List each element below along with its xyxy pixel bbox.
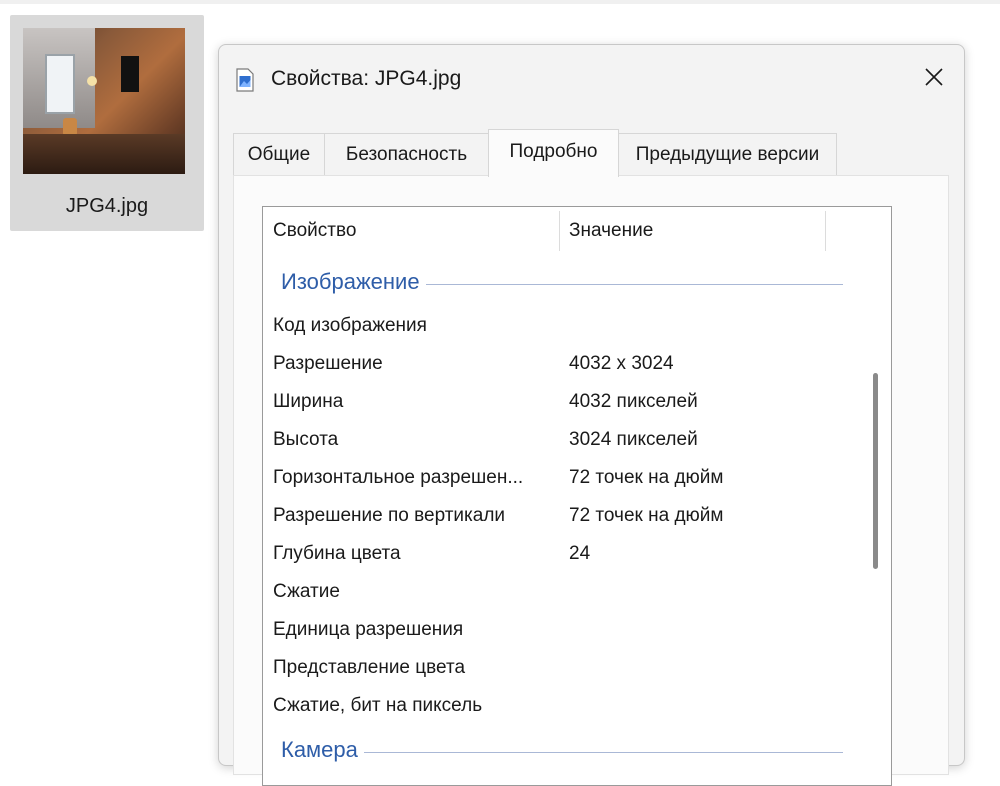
- tab-security[interactable]: Безопасность: [324, 133, 489, 175]
- column-header-property[interactable]: Свойство: [263, 207, 559, 253]
- property-row[interactable]: Единица разрешения: [263, 611, 863, 649]
- property-value: 4032 пикселей: [569, 391, 698, 412]
- close-button[interactable]: [914, 59, 954, 99]
- file-thumbnail: [23, 28, 185, 174]
- scrollbar-thumb[interactable]: [873, 373, 878, 569]
- tab-previous-versions[interactable]: Предыдущие версии: [618, 133, 837, 175]
- property-name: Разрешение по вертикали: [273, 505, 506, 526]
- property-name: Сжатие: [273, 581, 340, 602]
- details-panel: Свойство Значение Изображение Код изобра…: [233, 175, 949, 786]
- property-name: Код изображения: [273, 315, 427, 336]
- property-row[interactable]: Горизонтальное разрешен... 72 точек на д…: [263, 459, 863, 497]
- tab-general[interactable]: Общие: [233, 133, 325, 175]
- property-row[interactable]: Глубина цвета 24: [263, 535, 863, 573]
- property-name: Представление цвета: [273, 657, 466, 678]
- property-value: 24: [569, 543, 591, 564]
- file-name-label: JPG4.jpg: [65, 195, 149, 217]
- window-top-strip: [0, 0, 1000, 4]
- property-row[interactable]: Код изображения: [263, 307, 863, 345]
- property-row[interactable]: Высота 3024 пикселей: [263, 421, 863, 459]
- properties-dialog: Свойства: JPG4.jpg Общие Безопасность По…: [218, 44, 965, 786]
- property-name: Ширина: [273, 391, 344, 412]
- property-name: Разрешение: [273, 353, 383, 374]
- file-tile-selected[interactable]: JPG4.jpg: [10, 15, 204, 231]
- properties-list[interactable]: Свойство Значение Изображение Код изобра…: [262, 206, 892, 786]
- group-label-image: Изображение: [281, 269, 426, 295]
- column-header-value[interactable]: Значение: [559, 207, 825, 253]
- dialog-title: Свойства: JPG4.jpg: [271, 67, 462, 90]
- column-divider[interactable]: [825, 211, 826, 251]
- property-row[interactable]: Разрешение 4032 x 3024: [263, 345, 863, 383]
- property-name: Сжатие, бит на пиксель: [273, 695, 483, 716]
- group-label-camera: Камера: [281, 737, 364, 763]
- property-row[interactable]: Сжатие, бит на пиксель: [263, 687, 863, 725]
- property-row[interactable]: Сжатие: [263, 573, 863, 611]
- close-icon: [924, 67, 944, 92]
- group-header-camera: Камера: [281, 737, 843, 767]
- property-value: 4032 x 3024: [569, 353, 674, 374]
- tab-strip: Общие Безопасность Подробно Предыдущие в…: [233, 129, 948, 177]
- image-file-icon: [236, 68, 254, 92]
- property-row[interactable]: Разрешение по вертикали 72 точек на дюйм: [263, 497, 863, 535]
- property-name: Единица разрешения: [273, 619, 464, 640]
- group-divider-line: [281, 752, 843, 753]
- property-value: 72 точек на дюйм: [569, 505, 724, 526]
- dialog-title-bar[interactable]: Свойства: JPG4.jpg: [219, 45, 964, 115]
- property-name: Глубина цвета: [273, 543, 401, 564]
- property-row[interactable]: Ширина 4032 пикселей: [263, 383, 863, 421]
- property-value: 3024 пикселей: [569, 429, 698, 450]
- property-value: 72 точек на дюйм: [569, 467, 724, 488]
- property-name: Горизонтальное разрешен...: [273, 467, 524, 488]
- property-name: Высота: [273, 429, 339, 450]
- group-header-image: Изображение: [281, 269, 843, 299]
- vertical-scrollbar[interactable]: [871, 207, 891, 785]
- tab-details[interactable]: Подробно: [488, 129, 619, 177]
- property-row[interactable]: Представление цвета: [263, 649, 863, 687]
